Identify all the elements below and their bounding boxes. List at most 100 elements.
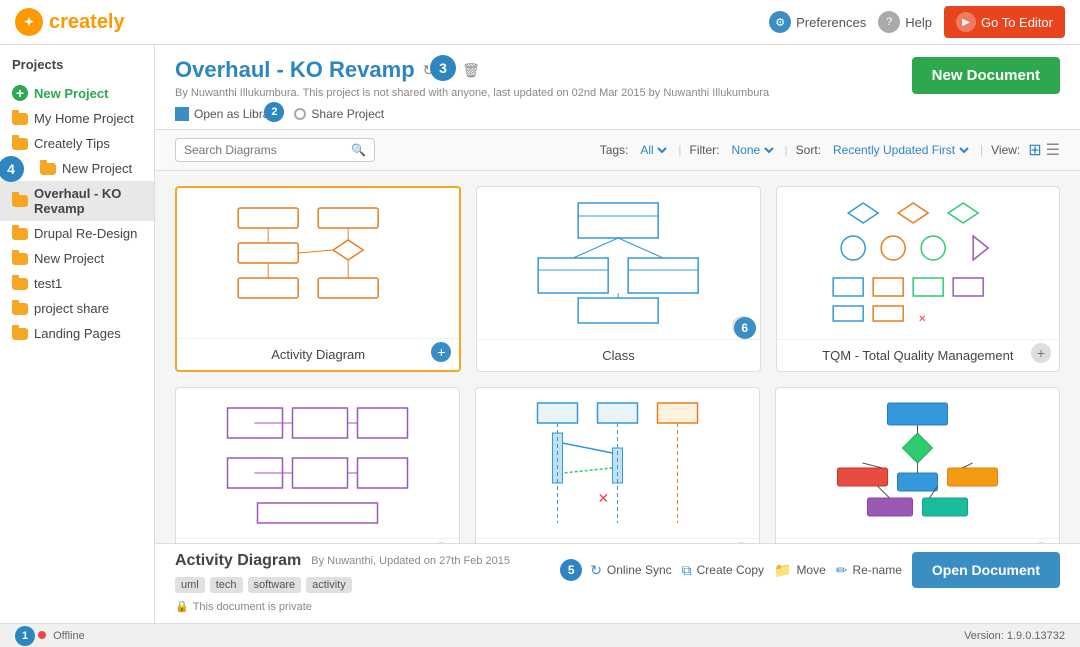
diagram-row-1: Activity Diagram + [175,186,1060,372]
toolbar: 🔍 Tags: All | Filter: None | Sort: Recen… [155,130,1080,171]
sidebar-item-drupal[interactable]: Drupal Re-Design [0,221,154,246]
header: ✦ creately ⚙ Preferences ? Help ▶ Go To … [0,0,1080,45]
sidebar-item-test1[interactable]: test1 [0,271,154,296]
header-actions: ⚙ Preferences ? Help ▶ Go To Editor [769,6,1065,38]
badge-3: 3 [430,55,456,81]
folder-icon [12,138,28,150]
diagram-card-activity[interactable]: Activity Diagram + [175,186,461,372]
tag-tech: tech [210,577,243,593]
project-header-left: Overhaul - KO Revamp ↻ ✏ 🗑 3 By Nuwanthi… [175,57,912,121]
tqm-diagram-svg: ✕ [787,198,1049,328]
sidebar-item-my-home[interactable]: My Home Project [0,106,154,131]
badge-5: 5 [560,559,582,581]
help-button[interactable]: ? Help [878,11,932,33]
offline-status: 1 Offline [15,626,85,646]
filter-sep-3: | [980,143,983,157]
open-document-button[interactable]: Open Document [912,552,1060,588]
diagram-card-seq[interactable]: ✕ V3-Sequence - UML + [475,387,760,543]
db-diagram-svg [186,398,449,528]
diagram-label-tqm: TQM - Total Quality Management [777,339,1059,371]
diagram-preview-activity [177,188,459,338]
doc-title: Activity Diagram [175,552,301,570]
goto-editor-button[interactable]: ▶ Go To Editor [944,6,1065,38]
library-icon [175,107,189,121]
sidebar-item-new-project-2[interactable]: New Project [0,246,154,271]
diagram-grid: Activity Diagram + [155,171,1080,543]
sidebar-item-creately-tips[interactable]: Creately Tips [0,131,154,156]
rename-button[interactable]: ✏ Re-name [836,562,902,579]
project-title-row: Overhaul - KO Revamp ↻ ✏ 🗑 3 [175,57,912,83]
sidebar-item-overhaul[interactable]: Overhaul - KO Revamp [0,181,154,221]
create-copy-button[interactable]: ⧉ Create Copy [682,562,764,579]
diagram-card-db[interactable]: V2- Database Diagram + [175,387,460,543]
diagram-card-tqm[interactable]: ✕ TQM - Total Quality Management + [776,186,1060,372]
diagram-preview-db [176,388,459,538]
doc-title-row: Activity Diagram By Nuwanthi, Updated on… [175,552,510,570]
tag-software: software [248,577,302,593]
badge-6: 6 [734,317,756,339]
folder-icon [40,163,56,175]
main-layout: Projects + New Project My Home Project C… [0,45,1080,623]
sidebar: Projects + New Project My Home Project C… [0,45,155,623]
help-icon: ? [878,11,900,33]
plus-icon: + [12,85,28,101]
share-project-button[interactable]: 2 Share Project [294,107,384,121]
sidebar-item-new-project-1[interactable]: 4 New Project [0,156,154,181]
tags-select[interactable]: All [636,142,670,158]
support-diagram-svg [786,398,1049,528]
filter-select[interactable]: None [728,142,777,158]
search-icon: 🔍 [351,143,366,157]
version-label: Version: 1.9.0.13732 [964,630,1065,642]
delete-icon[interactable]: 🗑 [462,62,480,79]
diagram-card-support[interactable]: Creately Support + [775,387,1060,543]
search-box[interactable]: 🔍 [175,138,375,162]
rename-icon: ✏ [836,562,848,579]
sidebar-item-landing-pages[interactable]: Landing Pages [0,321,154,346]
badge-4: 4 [0,156,24,182]
activity-diagram-svg [187,198,449,328]
diagram-preview-class [477,187,759,339]
bottom-bar: Activity Diagram By Nuwanthi, Updated on… [155,543,1080,623]
bottom-actions-right: 5 ↻ Online Sync ⧉ Create Copy 📁 Move [560,552,1060,588]
project-header: Overhaul - KO Revamp ↻ ✏ 🗑 3 By Nuwanthi… [155,45,1080,130]
diagram-label-support: Creately Support [776,538,1059,543]
grid-view-icon[interactable]: ⊞ [1028,140,1041,160]
badge-2: 2 [264,102,284,122]
copy-icon: ⧉ [682,562,692,579]
logo-text: creately [49,11,125,34]
diagram-row-2: V2- Database Diagram + [175,387,1060,543]
move-button[interactable]: 📁 Move [774,562,826,579]
list-view-icon[interactable]: ☰ [1046,140,1060,160]
move-icon: 📁 [774,562,791,579]
diagram-preview-seq: ✕ [476,388,759,538]
diagram-preview-tqm: ✕ [777,187,1059,339]
diagram-add-btn-tqm[interactable]: + [1031,343,1051,363]
new-project-button[interactable]: + New Project [0,80,154,106]
sidebar-item-project-share[interactable]: project share [0,296,154,321]
logo: ✦ creately [15,8,125,36]
new-document-button[interactable]: New Document [912,57,1060,94]
bottom-actions: ↻ Online Sync ⧉ Create Copy 📁 Move ✏ Re-… [590,552,1060,588]
view-icons: ⊞ ☰ [1028,140,1060,160]
search-input[interactable] [184,143,351,157]
folder-icon [12,278,28,290]
doc-private: 🔒 This document is private [175,600,510,613]
preferences-icon: ⚙ [769,11,791,33]
tag-uml: uml [175,577,205,593]
folder-icon [12,195,28,207]
filter-row: Tags: All | Filter: None | Sort: Recentl… [600,140,1060,160]
diagram-label-class: Class [477,339,759,371]
filter-sep-2: | [785,143,788,157]
logo-icon: ✦ [15,8,43,36]
diagram-card-class[interactable]: Class + 6 [476,186,760,372]
online-sync-button[interactable]: ↻ Online Sync [590,562,671,579]
goto-icon: ▶ [956,12,976,32]
doc-tags: uml tech software activity [175,577,510,593]
doc-meta: By Nuwanthi, Updated on 27th Feb 2015 [311,555,510,567]
share-icon [294,108,306,120]
sort-select[interactable]: Recently Updated First [829,142,972,158]
diagram-label-seq: V3-Sequence - UML [476,538,759,543]
filter-sep-1: | [678,143,681,157]
project-title: Overhaul - KO Revamp [175,57,415,83]
preferences-button[interactable]: ⚙ Preferences [769,11,866,33]
